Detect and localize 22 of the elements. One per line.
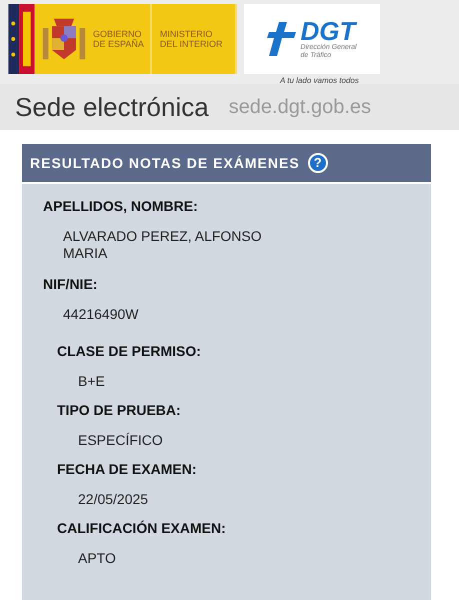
slogan: A tu lado vamos todos xyxy=(280,76,360,85)
field-value: 22/05/2025 xyxy=(77,491,150,508)
field-label: NIF/NIE: xyxy=(43,276,98,292)
field-value: ESPECÍFICO xyxy=(77,432,164,449)
panel-title: RESULTADO NOTAS DE EXÁMENES xyxy=(30,155,300,171)
field-value: B+E xyxy=(77,373,106,390)
field-label: CALIFICACIÓN EXAMEN: xyxy=(57,520,227,536)
flag-strip-icon xyxy=(8,4,35,74)
field-label: APELLIDOS, NOMBRE: xyxy=(43,198,199,214)
help-button[interactable]: ? xyxy=(308,153,328,173)
cross-icon xyxy=(266,22,297,56)
field-label: FECHA DE EXAMEN: xyxy=(57,461,198,477)
site-url: sede.dgt.gob.es xyxy=(228,96,372,118)
field-label: CLASE DE PERMISO: xyxy=(57,343,202,359)
field-label: TIPO DE PRUEBA: xyxy=(57,402,182,418)
ministry-name: MINISTERIO DEL INTERIOR xyxy=(160,29,223,49)
government-name: GOBIERNO DE ESPAÑA xyxy=(93,29,144,49)
field-value: APTO xyxy=(77,550,117,567)
field-value: ALVARADO PEREZ, ALFONSO MARIA xyxy=(62,228,263,262)
agency-acronym: DGT xyxy=(300,18,357,44)
site-title: Sede electrónica xyxy=(15,92,209,122)
field-value: 44216490W xyxy=(62,306,140,323)
